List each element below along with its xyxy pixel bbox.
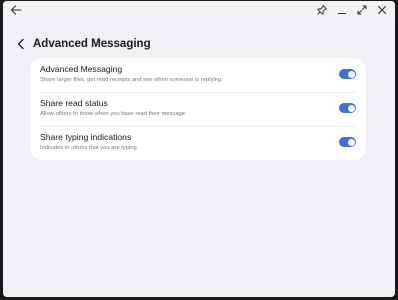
setting-description: Share larger files, get read receipts an… [40,77,223,83]
window-controls [315,3,389,17]
maximize-icon[interactable] [355,3,369,17]
page-title: Advanced Messaging [33,38,151,50]
toggle-knob [347,104,355,112]
arrow-left-icon[interactable] [9,3,23,17]
settings-card: Advanced Messaging Share larger files, g… [30,58,366,160]
setting-title: Advanced Messaging [40,64,123,74]
setting-advanced-messaging[interactable]: Advanced Messaging Share larger files, g… [40,58,356,92]
pin-icon[interactable] [315,3,329,17]
close-icon[interactable] [375,3,389,17]
setting-title: Share read status [40,98,108,108]
share-typing-indications-toggle[interactable] [339,137,356,147]
toggle-knob [347,138,355,146]
setting-share-typing-indications[interactable]: Share typing indications Indicates to ot… [40,126,356,160]
toggle-knob [347,70,355,78]
title-bar [3,1,395,19]
setting-title: Share typing indications [40,132,132,142]
advanced-messaging-toggle[interactable] [339,69,356,79]
page-header: Advanced Messaging [13,34,151,54]
setting-description: Allow others to know when you have read … [40,111,187,117]
setting-share-read-status[interactable]: Share read status Allow others to know w… [40,92,356,126]
chevron-left-icon[interactable] [13,36,29,52]
setting-description: Indicates to others that you are typing. [40,145,139,151]
app-window: Advanced Messaging Advanced Messaging Sh… [3,1,395,297]
share-read-status-toggle[interactable] [339,103,356,113]
minimize-icon[interactable] [335,3,349,17]
